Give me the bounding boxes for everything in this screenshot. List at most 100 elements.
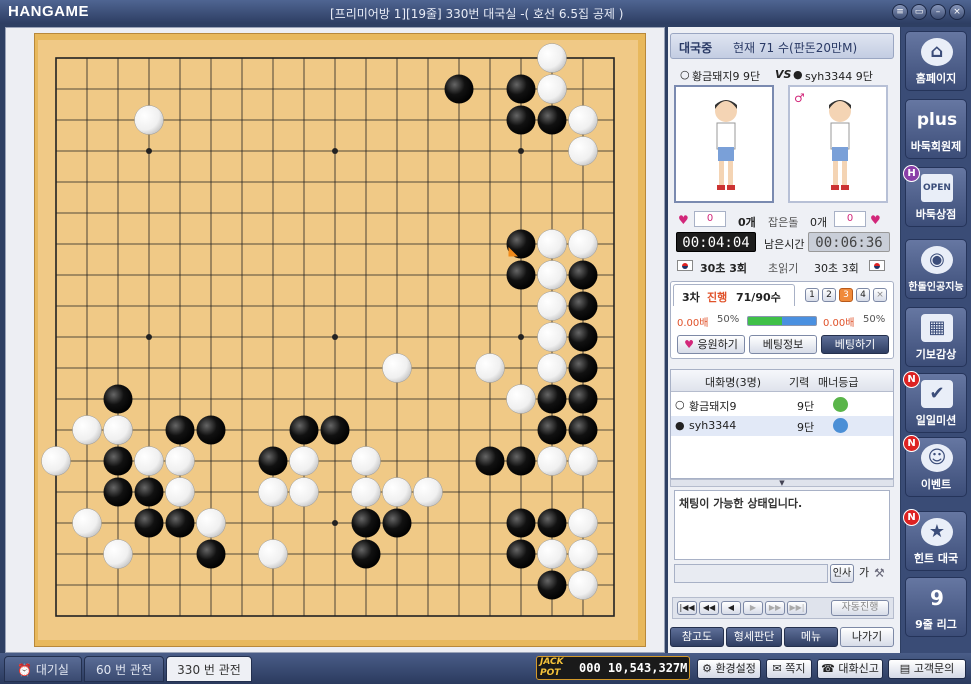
white-stone [568,446,598,476]
support-button[interactable]: ▤ 고객문의 [888,659,966,679]
byoyomi-label: 초읽기 [768,262,799,275]
chat-input[interactable] [674,564,828,583]
chat-log[interactable]: 채팅이 가능한 상태입니다. [674,490,890,560]
black-stone [103,384,133,414]
left-odds: 0.00배 [677,318,709,329]
white-stone [537,260,567,290]
table-row[interactable]: ○ 황금돼지9 9단 [671,395,893,415]
sidebar-item-ai[interactable]: ◉ 한돌인공지능 [905,239,967,299]
table-row[interactable]: ● syh3344 9단 [671,416,893,436]
round-2-button[interactable]: 2 [822,288,836,302]
home-icon: ⌂ [921,38,953,66]
tab-lobby[interactable]: ⏰ 대기실 [4,656,82,682]
note-icon: ✉ [772,662,782,675]
calendar-icon: ✔ [921,380,953,408]
bet-round: 3차 [682,291,700,304]
black-stone [196,539,226,569]
star-point [332,520,338,526]
greet-button[interactable]: 인사 [830,564,854,583]
white-player-avatar[interactable] [674,85,774,203]
sidebar-item-league[interactable]: 9 9줄 리그 [905,577,967,637]
fast-forward-icon[interactable]: ▶▶ [765,601,785,615]
white-stone [537,446,567,476]
white-stone [196,508,226,538]
white-stone [537,229,567,259]
black-stone [475,446,505,476]
auto-play-button[interactable]: 자동진행 [831,600,889,616]
settings-button[interactable]: ⚙ 환경설정 [697,659,761,679]
white-stone [165,446,195,476]
round-1-button[interactable]: 1 [805,288,819,302]
star-point [518,334,524,340]
robot-icon: ◉ [921,246,953,274]
sidebar-item-home[interactable]: ⌂ 홈페이지 [905,31,967,91]
bet-info-button[interactable]: 베팅정보 [749,335,817,354]
sidebar-item-mission[interactable]: N ✔ 일일미션 [903,371,967,433]
white-likes: 0 [694,211,726,227]
black-stone [568,322,598,352]
cheer-button[interactable]: ♥ 응원하기 [677,335,745,354]
white-stone [568,539,598,569]
sidebar-item-event[interactable]: N ☺ 이벤트 [903,435,967,497]
tab-watch-60[interactable]: 60 번 관전 [84,656,164,682]
menu-button[interactable]: 메뉴 [784,627,838,647]
sidebar-item-membership[interactable]: plus 바둑회원제 [905,99,967,159]
settings-window-icon[interactable]: ≡ [892,4,908,20]
round-3-button[interactable]: 3 [839,288,853,302]
mini-window-icon[interactable]: ▭ [911,4,927,20]
heart-icon: ♥ [684,338,694,351]
prev-move-icon[interactable]: ◀ [721,601,741,615]
rewind-icon[interactable]: ◀◀ [699,601,719,615]
minimize-icon[interactable]: – [930,4,946,20]
bet-button[interactable]: 베팅하기 [821,335,889,354]
report-button[interactable]: ☎ 대화신고 [817,659,883,679]
next-move-icon[interactable]: ▶ [743,601,763,615]
star-point [518,148,524,154]
sidebar-item-label: 힌트 대국 [913,552,959,565]
evaluate-button[interactable]: 형세판단 [726,627,782,647]
white-byoyomi: 30초 3회 [700,262,748,275]
close-icon[interactable]: × [949,4,965,20]
black-stone [568,353,598,383]
black-byoyomi: 30초 3회 [814,262,859,275]
splitter-handle[interactable]: ▼ [670,479,894,487]
go-board[interactable] [34,33,646,647]
last-move-icon[interactable]: ▶▶| [787,601,807,615]
tab-watch-330[interactable]: 330 번 관전 [166,656,252,682]
support-label: 고객문의 [913,662,955,675]
header-name: 대화명(3명) [705,376,762,389]
white-stone [103,415,133,445]
move-info: 현재 71 수(판돈20만M) [733,41,858,55]
lobby-icon: ⏰ [17,663,32,677]
first-move-icon[interactable]: |◀◀ [677,601,697,615]
header-rank: 기력 [789,376,810,389]
exit-button[interactable]: 나가기 [840,627,894,647]
title-bar: HANGAME [프리미어방 1][19줄] 330번 대국실 -( 호선 6.… [0,0,971,24]
game-status: 대국중 [679,41,713,55]
white-stone [568,136,598,166]
sidebar-item-shop[interactable]: H OPEN 바둑상점 [903,165,967,227]
white-stone-icon: ○ [675,398,685,411]
hangame-logo: HANGAME [8,3,89,20]
tools-icon[interactable]: ⚒ [874,566,885,580]
round-4-button[interactable]: 4 [856,288,870,302]
close-icon[interactable]: × [873,288,887,302]
black-player-avatar[interactable]: ♂ [788,85,888,203]
sidebar-item-hint[interactable]: N ★ 힌트 대국 [903,509,967,571]
white-player-name: 황금돼지9 9단 [692,70,761,83]
note-button[interactable]: ✉ 쪽지 [766,659,812,679]
go-board-grid[interactable] [38,40,638,640]
white-stone [537,74,567,104]
black-stone [506,508,536,538]
report-icon: ☎ [821,662,835,675]
white-captured: 0개 [738,216,756,229]
font-button[interactable]: 가 [856,564,872,583]
sidebar-item-label: 9줄 리그 [915,618,957,631]
white-stone [134,446,164,476]
wrench-icon: ⚙ [702,662,712,675]
white-stone [413,477,443,507]
black-flag-icon [869,260,885,271]
user-name: 황금돼지9 [689,400,737,413]
sidebar-item-records[interactable]: ▦ 기보감상 [905,307,967,367]
reference-button[interactable]: 참고도 [670,627,724,647]
